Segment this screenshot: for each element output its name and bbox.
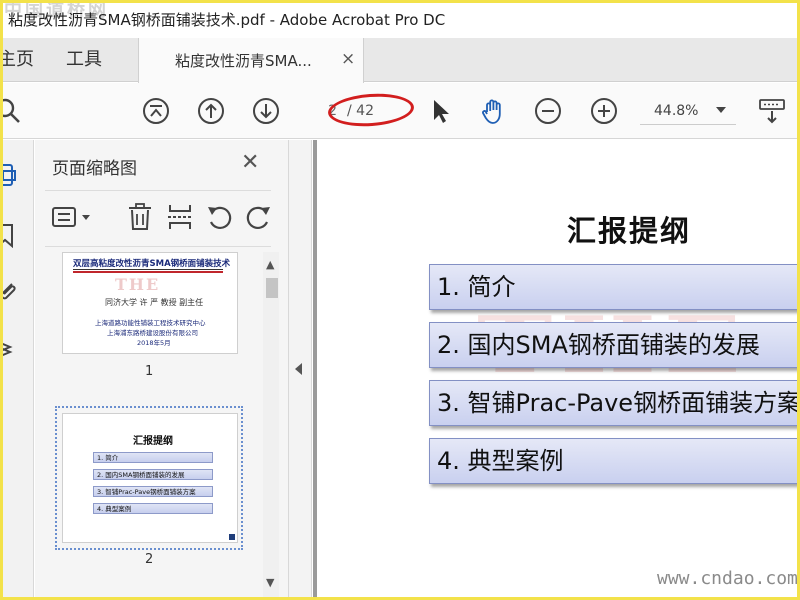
panel-divider	[45, 246, 271, 247]
attachment-icon[interactable]	[0, 278, 20, 304]
outline-item: 2. 国内SMA钢桥面铺装的发展	[429, 322, 800, 368]
search-icon[interactable]	[0, 97, 22, 125]
chevron-left-icon	[295, 363, 302, 375]
thumb-outline-item: 2. 国内SMA钢桥面铺装的发展	[93, 469, 213, 480]
tab-tools[interactable]: 工具	[66, 38, 102, 82]
hand-tool-icon[interactable]	[480, 97, 508, 125]
thumb-org: 上海道路功能性铺装工程技术研究中心	[95, 319, 206, 327]
bookmark-icon[interactable]	[0, 222, 20, 248]
first-page-icon[interactable]	[142, 97, 170, 125]
zoom-value: 44.8%	[654, 103, 699, 119]
outline-item: 4. 典型案例	[429, 438, 800, 484]
thumb-date: 2018年5月	[137, 339, 171, 347]
keyboard-icon[interactable]	[758, 97, 786, 125]
rotate-cw-icon[interactable]	[243, 202, 273, 232]
delete-icon[interactable]	[125, 202, 155, 232]
scroll-up-icon[interactable]: ▲	[266, 258, 274, 271]
thumb-author: 同济大学 许 严 教授 副主任	[105, 298, 204, 307]
tab-close-icon[interactable]: ×	[341, 49, 355, 69]
title-bar: 中国道桥网 粘度改性沥青SMA钢桥面铺装技术.pdf - Adobe Acrob…	[0, 0, 800, 38]
zoom-in-icon[interactable]	[590, 97, 618, 125]
next-page-icon[interactable]	[252, 97, 280, 125]
tab-document-label: 粘度改性沥青SMA...	[175, 52, 312, 70]
scroll-down-icon[interactable]: ▼	[266, 576, 274, 589]
page-thumbnail-1[interactable]: 双层高粘度改性沥青SMA钢桥面铺装技术 THE 同济大学 许 严 教授 副主任 …	[62, 252, 238, 354]
tab-document[interactable]: 粘度改性沥青SMA... ×	[138, 38, 364, 83]
page-options-icon[interactable]	[51, 202, 95, 232]
pdf-page: THE 汇报提纲 1. 简介 2. 国内SMA钢桥面铺装的发展 3. 智铺Pra…	[317, 140, 800, 600]
thumb-logo-watermark: THE	[115, 275, 161, 294]
site-watermark: www.cndao.com	[657, 568, 798, 589]
rotate-ccw-icon[interactable]	[205, 202, 235, 232]
tab-bar: 主页 工具 粘度改性沥青SMA... ×	[0, 38, 800, 83]
thumbnails-icon[interactable]	[0, 162, 20, 188]
thumb-org: 上海浦东路桥建设股份有限公司	[107, 329, 198, 337]
panel-close-icon[interactable]: ✕	[241, 150, 259, 175]
thumbnails-scrollbar[interactable]: ▲ ▼	[263, 252, 279, 600]
panel-divider	[45, 190, 271, 191]
thumb-outline-item: 4. 典型案例	[93, 503, 213, 514]
panel-title: 页面缩略图	[52, 159, 137, 179]
chevron-down-icon	[716, 107, 726, 113]
resize-handle[interactable]	[229, 534, 235, 540]
window-title: 粘度改性沥青SMA钢桥面铺装技术.pdf - Adobe Acrobat Pro…	[8, 11, 446, 29]
outline-item: 1. 简介	[429, 264, 800, 310]
thumb-outline-item: 3. 智铺Prac-Pave钢桥面铺装方案	[93, 486, 213, 497]
thumbnails-panel: 页面缩略图 ✕ 双层高粘度改性沥青SMA钢桥面铺装技术 THE 同济大学 许 严…	[35, 140, 288, 600]
tab-home[interactable]: 主页	[0, 38, 34, 82]
thumb-outline-item: 1. 简介	[93, 452, 213, 463]
layers-icon[interactable]	[0, 336, 20, 362]
document-view[interactable]: THE 汇报提纲 1. 简介 2. 国内SMA钢桥面铺装的发展 3. 智铺Pra…	[313, 140, 800, 600]
insert-icon[interactable]	[165, 202, 195, 232]
zoom-out-icon[interactable]	[534, 97, 562, 125]
scrollbar-thumb[interactable]	[266, 278, 278, 298]
thumb-title: 汇报提纲	[133, 436, 173, 447]
thumb-title: 双层高粘度改性沥青SMA钢桥面铺装技术	[73, 259, 231, 269]
thumb-rule	[73, 269, 223, 270]
prev-page-icon[interactable]	[197, 97, 225, 125]
outline-item: 3. 智铺Prac-Pave钢桥面铺装方案	[429, 380, 800, 426]
thumb-rule-red	[73, 271, 223, 273]
slide-heading: 汇报提纲	[567, 214, 692, 248]
thumbnail-page-number: 1	[145, 364, 154, 379]
select-arrow-icon[interactable]	[426, 97, 454, 125]
navigation-rail	[0, 140, 34, 600]
thumbnail-page-number: 2	[145, 552, 154, 567]
zoom-dropdown[interactable]: 44.8%	[640, 97, 736, 125]
panel-collapse-handle[interactable]	[288, 140, 312, 600]
page-thumbnail-2[interactable]: 汇报提纲 1. 简介 2. 国内SMA钢桥面铺装的发展 3. 智铺Prac-Pa…	[62, 413, 238, 543]
